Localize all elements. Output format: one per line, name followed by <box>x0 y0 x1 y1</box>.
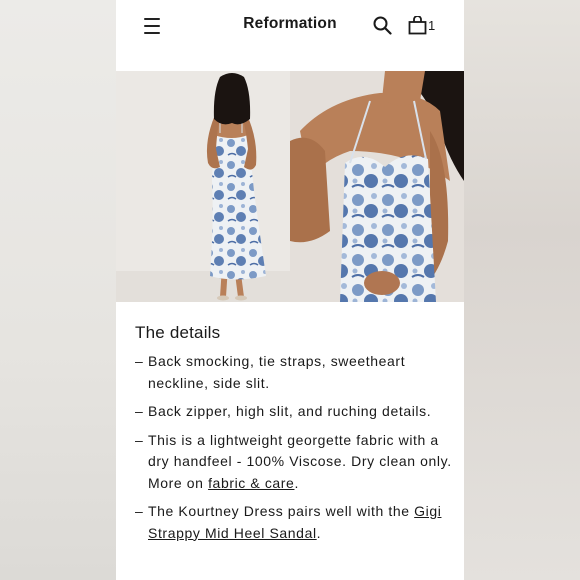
product-photo-front[interactable] <box>290 71 464 302</box>
detail-text-end: . <box>294 474 299 491</box>
dash-bullet: – <box>135 431 144 448</box>
search-icon[interactable] <box>373 16 392 35</box>
fabric-care-link[interactable]: fabric & care <box>208 475 294 491</box>
bag-icon[interactable] <box>408 16 427 35</box>
detail-item: – Back zipper, high slit, and ruching de… <box>135 401 453 423</box>
site-header: Reformation 1 <box>116 0 464 70</box>
detail-text: Back smocking, tie straps, sweetheart ne… <box>148 353 406 391</box>
product-photo-back[interactable] <box>116 71 290 302</box>
detail-item: – This is a lightweight georgette fabric… <box>135 430 453 495</box>
cart-count[interactable]: 1 <box>428 18 435 33</box>
details-section: The details – Back smocking, tie straps,… <box>135 323 453 551</box>
dash-bullet: – <box>135 353 144 369</box>
product-photos <box>116 71 464 302</box>
background-left <box>0 0 116 580</box>
detail-item: – The Kourtney Dress pairs well with the… <box>135 501 453 544</box>
detail-text: The Kourtney Dress pairs well with the <box>148 503 415 519</box>
detail-text: This is a lightweight georgette fabric w… <box>148 431 452 491</box>
product-page: Reformation 1 The details – Back smockin… <box>116 0 464 580</box>
detail-text: Back zipper, high slit, and ruching deta… <box>148 403 432 419</box>
dash-bullet: – <box>135 503 144 519</box>
dash-bullet: – <box>135 403 144 419</box>
detail-item: – Back smocking, tie straps, sweetheart … <box>135 351 453 394</box>
details-heading: The details <box>135 323 221 342</box>
background-right <box>464 0 580 580</box>
detail-text-end: . <box>316 524 322 541</box>
